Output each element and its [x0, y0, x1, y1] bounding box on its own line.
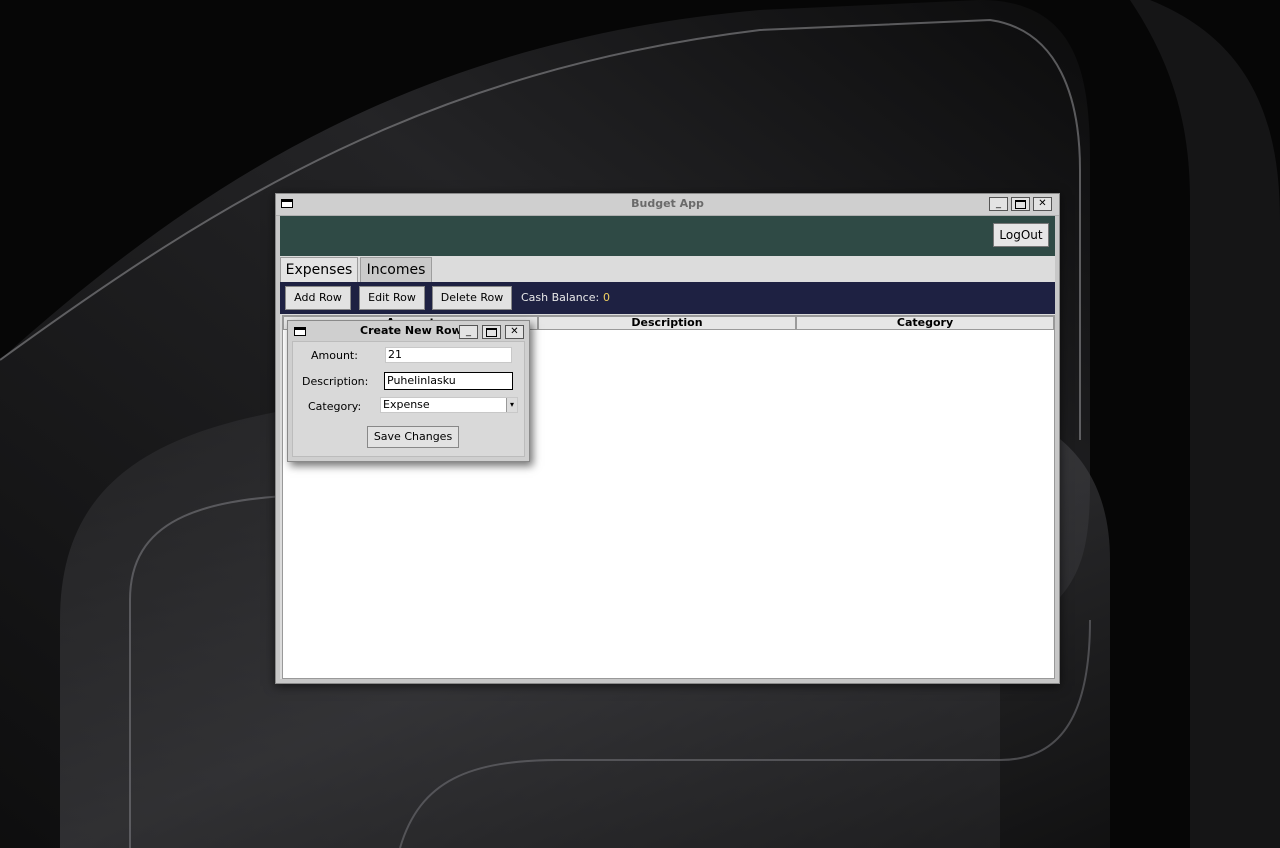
minimize-icon: _ — [996, 198, 1001, 209]
delete-row-button[interactable]: Delete Row — [432, 286, 512, 310]
add-row-button[interactable]: Add Row — [285, 286, 351, 310]
category-select[interactable]: Expense ▾ — [380, 397, 518, 413]
minimize-button[interactable]: _ — [989, 197, 1008, 211]
dialog-title: Create New Row — [360, 324, 462, 337]
tab-expenses[interactable]: Expenses — [280, 257, 358, 283]
tab-incomes[interactable]: Incomes — [360, 257, 432, 283]
column-header-category[interactable]: Category — [796, 316, 1054, 330]
window-title: Budget App — [631, 197, 704, 210]
chevron-down-icon[interactable]: ▾ — [506, 398, 517, 412]
category-select-value: Expense — [383, 398, 430, 411]
dialog-maximize-button[interactable] — [482, 325, 501, 339]
maximize-icon — [1015, 200, 1026, 209]
logout-button[interactable]: LogOut — [993, 223, 1049, 247]
cash-balance-label: Cash Balance: — [521, 291, 600, 304]
dialog-menu-icon[interactable] — [294, 327, 306, 336]
column-header-description[interactable]: Description — [538, 316, 796, 330]
close-icon: ✕ — [510, 326, 519, 337]
close-button[interactable]: ✕ — [1033, 197, 1052, 211]
dialog-minimize-button[interactable]: _ — [459, 325, 478, 339]
dialog-close-button[interactable]: ✕ — [505, 325, 524, 339]
minimize-icon: _ — [466, 326, 471, 337]
amount-input[interactable]: 21 — [385, 347, 512, 363]
action-toolbar: Add Row Edit Row Delete Row Cash Balance… — [280, 282, 1055, 314]
maximize-icon — [486, 328, 497, 337]
window-titlebar[interactable]: Budget App _ ✕ — [276, 194, 1059, 216]
category-label: Category: — [308, 400, 362, 413]
description-input[interactable]: Puhelinlasku — [384, 372, 513, 390]
edit-row-button[interactable]: Edit Row — [359, 286, 425, 310]
close-icon: ✕ — [1038, 198, 1047, 209]
description-label: Description: — [302, 375, 369, 388]
maximize-button[interactable] — [1011, 197, 1030, 211]
create-new-row-dialog: Create New Row _ ✕ Amount: 21 Descriptio… — [287, 320, 530, 462]
dialog-form: Amount: 21 Description: Puhelinlasku Cat… — [292, 341, 525, 457]
header-band: LogOut — [280, 216, 1055, 256]
save-changes-button[interactable]: Save Changes — [367, 426, 459, 448]
cash-balance-value: 0 — [603, 291, 610, 304]
amount-label: Amount: — [311, 349, 358, 362]
